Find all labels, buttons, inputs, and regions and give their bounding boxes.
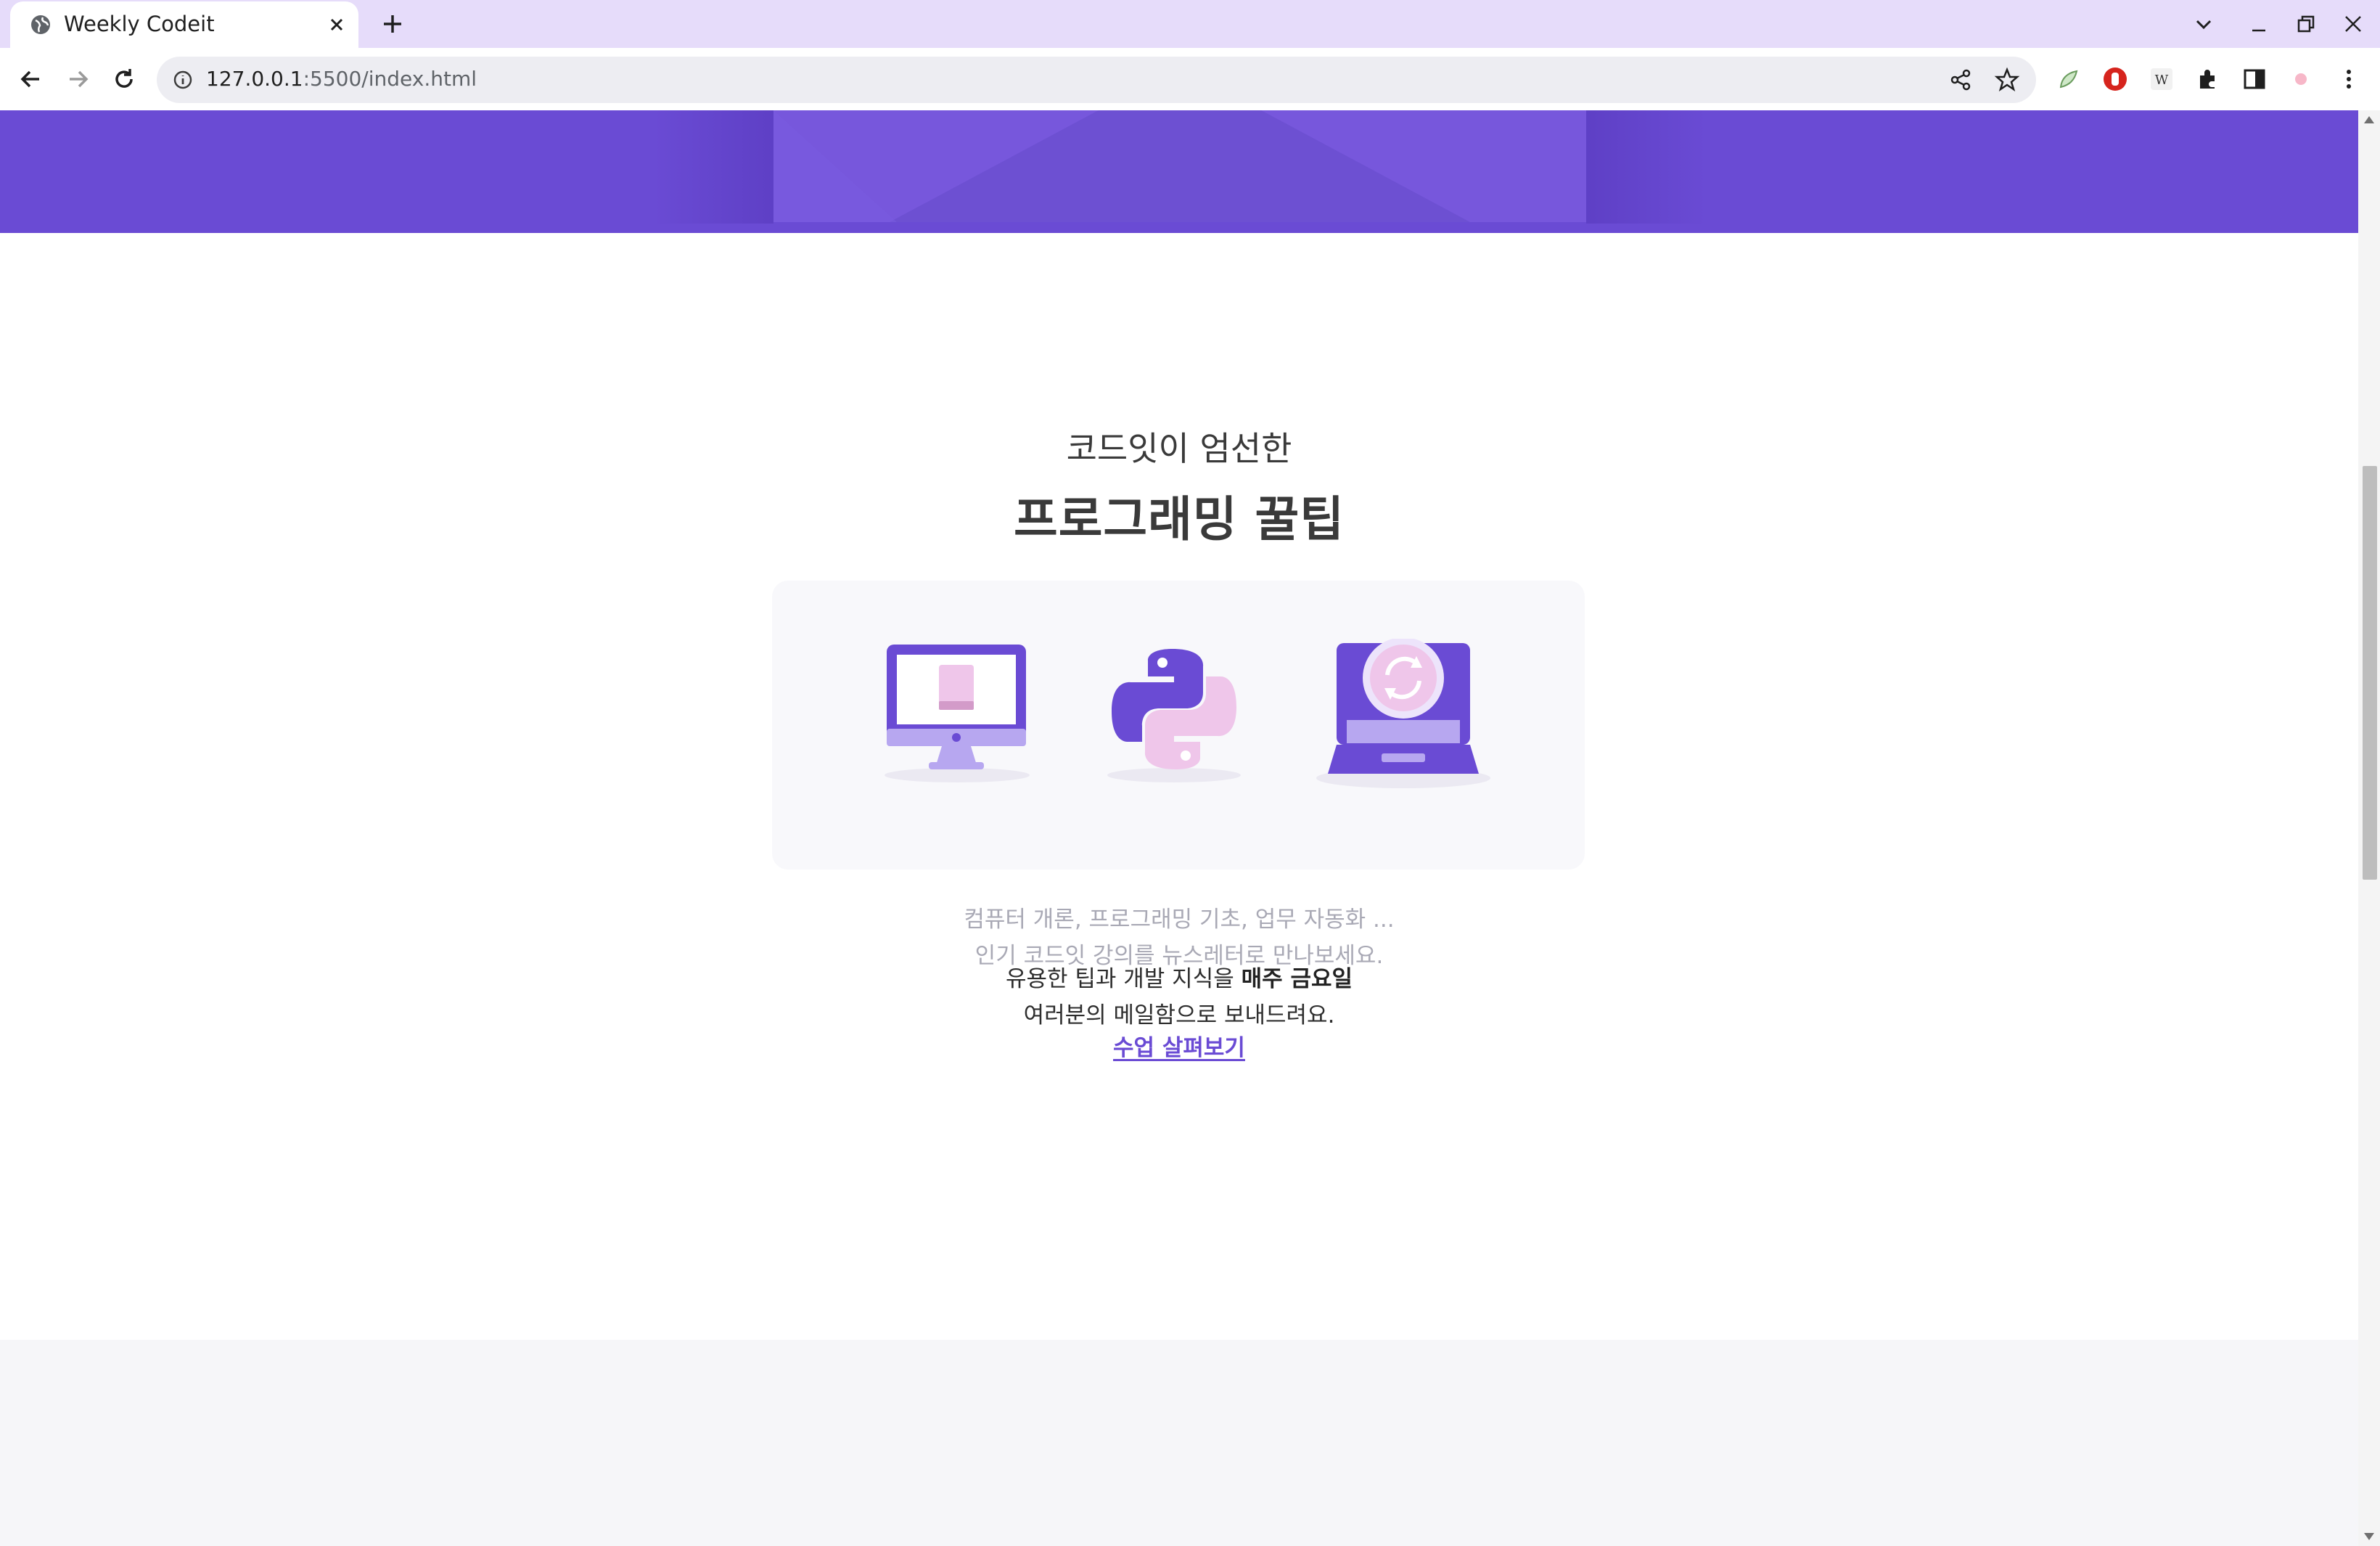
bookmark-star-icon[interactable] <box>1994 67 2020 93</box>
site-info-icon[interactable] <box>171 68 194 91</box>
adblock-extension-icon[interactable] <box>2101 65 2129 93</box>
globe-icon <box>31 15 50 34</box>
section-title: 프로그래밍 꿀팁 <box>1013 491 1345 547</box>
close-tab-icon[interactable] <box>325 13 348 36</box>
scroll-up-arrow-icon[interactable] <box>2364 116 2374 123</box>
svg-text:W: W <box>2155 73 2169 88</box>
hero-shadow-right <box>1586 110 1707 224</box>
hero-image-card <box>774 110 1586 222</box>
browser-tab-bar: Weekly Codeit <box>0 0 2380 48</box>
hero-envelope-graphic <box>774 110 1470 222</box>
tab-search-icon[interactable] <box>2190 10 2217 38</box>
section-subtitle: 코드잇이 엄선한 <box>1066 429 1292 468</box>
browser-tab[interactable]: Weekly Codeit <box>10 1 358 48</box>
profile-avatar-icon[interactable] <box>2287 65 2315 93</box>
restore-icon[interactable] <box>2291 10 2319 38</box>
python-logo-icon <box>1107 649 1241 782</box>
wikipedia-extension-icon[interactable]: W <box>2148 65 2175 93</box>
next-section-background <box>0 1340 2358 1546</box>
leaf-extension-icon[interactable] <box>2055 65 2082 93</box>
browse-courses-link[interactable]: 수업 살펴보기 <box>1113 1035 1245 1061</box>
info-line-1: 유용한 팁과 개발 지식을 매주 금요일 <box>0 961 2358 997</box>
url-path: :5500/index.html <box>303 67 477 91</box>
extensions-puzzle-icon[interactable] <box>2194 65 2222 93</box>
info-line-1-bold: 매주 금요일 <box>1241 966 1353 992</box>
reload-icon[interactable] <box>109 64 139 94</box>
scrollbar-thumb[interactable] <box>2363 466 2377 880</box>
illustration-card <box>772 581 1585 870</box>
forward-icon[interactable] <box>62 64 93 94</box>
address-bar[interactable]: 127.0.0.1:5500/index.html <box>157 57 2036 103</box>
info-line-1-text: 유용한 팁과 개발 지식을 <box>1005 966 1242 992</box>
url-text[interactable]: 127.0.0.1:5500/index.html <box>206 67 477 91</box>
scroll-down-arrow-icon[interactable] <box>2364 1533 2374 1540</box>
side-panel-icon[interactable] <box>2241 65 2268 93</box>
monitor-icon <box>885 645 1030 782</box>
delivery-info: 유용한 팁과 개발 지식을 매주 금요일 여러분의 메일함으로 보내드려요. <box>0 961 2358 1034</box>
page-scrollbar[interactable] <box>2358 110 2380 1546</box>
hero-banner <box>0 110 2358 233</box>
info-line-2: 여러분의 메일함으로 보내드려요. <box>1023 1002 1335 1028</box>
close-window-icon[interactable] <box>2339 10 2367 38</box>
description-line-1: 컴퓨터 개론, 프로그래밍 기초, 업무 자동화 ... <box>964 907 1395 933</box>
back-icon[interactable] <box>16 64 46 94</box>
url-host: 127.0.0.1 <box>206 67 303 91</box>
tab-title: Weekly Codeit <box>64 12 215 36</box>
hero-shadow-left <box>653 110 774 224</box>
new-tab-icon[interactable] <box>379 10 406 38</box>
cta-wrapper: 수업 살펴보기 <box>0 1029 2358 1062</box>
page-viewport: 코드잇이 엄선한 프로그래밍 꿀팁 컴퓨터 개론, 프로그래밍 기초, 업무 자… <box>0 110 2358 1546</box>
menu-kebab-icon[interactable] <box>2335 65 2363 93</box>
laptop-sync-icon <box>1316 639 1490 788</box>
share-icon[interactable] <box>1948 67 1974 93</box>
minimize-icon[interactable] <box>2245 10 2273 38</box>
